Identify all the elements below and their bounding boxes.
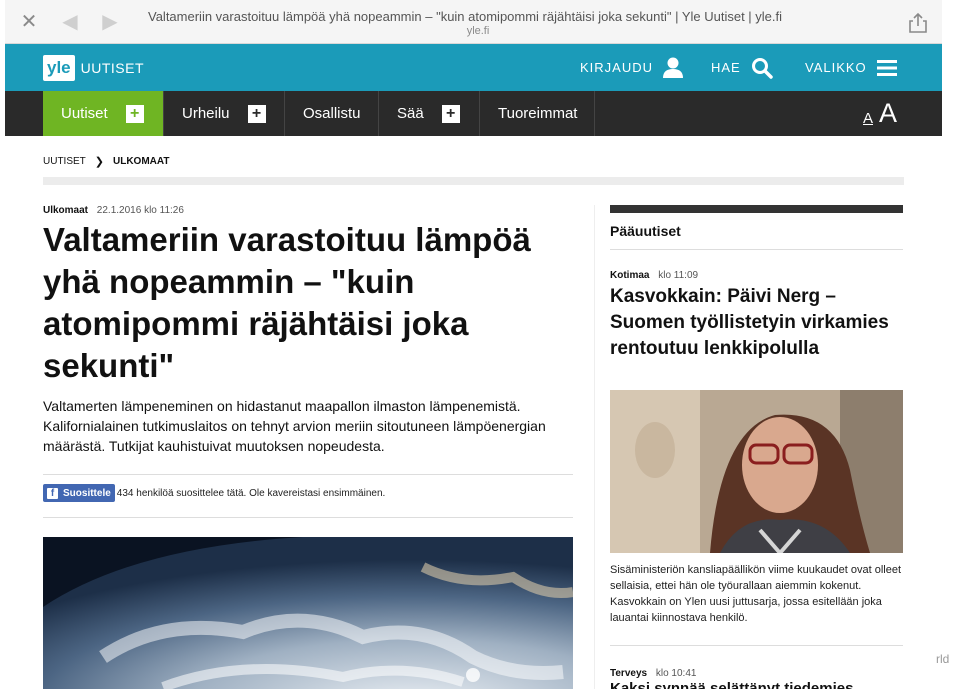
forward-icon[interactable]: ▶ xyxy=(100,12,120,32)
expand-plus-icon[interactable]: + xyxy=(125,104,144,123)
browser-toolbar: ✕ ◀ ▶ Valtameriin varastoituu lämpöä yhä… xyxy=(5,0,942,44)
nav-item-tuoreimmat[interactable]: Tuoreimmat xyxy=(480,91,595,136)
nav-label: Tuoreimmat xyxy=(498,105,578,122)
divider xyxy=(43,177,904,185)
recommend-count-text: 434 henkilöä suosittelee tätä. Ole kaver… xyxy=(116,487,386,499)
site-header: yle UUTISET KIRJAUDU HAE VALIKKO xyxy=(5,44,942,91)
close-icon[interactable]: ✕ xyxy=(19,12,39,32)
nav-label: Osallistu xyxy=(303,105,361,122)
search-icon xyxy=(751,57,773,79)
logo-box: yle xyxy=(43,55,75,81)
hamburger-icon xyxy=(876,59,897,76)
nav-item-uutiset[interactable]: Uutiset + xyxy=(43,91,164,136)
story-time: klo 11:09 xyxy=(658,270,699,281)
divider xyxy=(610,249,903,250)
font-size-controls: A A xyxy=(863,91,897,136)
browser-frame: ✕ ◀ ▶ Valtameriin varastoituu lämpöä yhä… xyxy=(5,0,942,689)
facebook-recommend-button[interactable]: f Suosittele xyxy=(43,484,115,502)
nav-label: Sää xyxy=(397,105,424,122)
story-title-link[interactable]: Kasvokkain: Päivi Nerg – Suomen työllist… xyxy=(610,284,900,362)
expand-plus-icon[interactable]: + xyxy=(441,104,460,123)
adjacent-tab-edge-text: rld xyxy=(936,652,950,666)
article-section[interactable]: Ulkomaat xyxy=(43,205,88,216)
chevron-right-icon: ❯ xyxy=(94,156,104,168)
menu-label: VALIKKO xyxy=(805,60,867,75)
story-title-link[interactable]: Kaksi synnää selättänyt tiedemies Simon xyxy=(610,680,900,689)
divider xyxy=(610,645,903,646)
share-icon[interactable] xyxy=(908,12,928,33)
menu-button[interactable]: VALIKKO xyxy=(805,44,897,91)
article-meta: Ulkomaat 22.1.2016 klo 11:26 xyxy=(43,205,184,216)
breadcrumb: UUTISET ❯ ULKOMAAT xyxy=(43,155,169,168)
story-meta: Kotimaa klo 11:09 xyxy=(610,270,698,281)
recommend-label: Suosittele xyxy=(63,487,111,499)
divider xyxy=(43,517,573,518)
expand-plus-icon[interactable]: + xyxy=(247,104,266,123)
yle-logo[interactable]: yle UUTISET xyxy=(43,54,144,82)
login-button[interactable]: KIRJAUDU xyxy=(580,44,684,91)
story-section[interactable]: Terveys xyxy=(610,668,647,679)
nav-item-saa[interactable]: Sää + xyxy=(379,91,480,136)
back-icon[interactable]: ◀ xyxy=(60,12,80,32)
article-headline: Valtameriin varastoituu lämpöä yhä nopea… xyxy=(43,221,531,384)
right-gutter xyxy=(942,0,960,689)
search-label: HAE xyxy=(711,60,741,75)
nav-label: Uutiset xyxy=(61,105,108,122)
logo-word: UUTISET xyxy=(80,60,145,76)
sidebar-top-bar xyxy=(610,205,903,213)
main-nav: Uutiset + Urheilu + Osallistu Sää + Tuor… xyxy=(5,91,942,136)
sidebar-heading: Pääuutiset xyxy=(610,223,681,239)
story-photo[interactable] xyxy=(610,390,903,553)
page-title: Valtameriin varastoituu lämpöä yhä nopea… xyxy=(148,9,783,24)
font-size-small-button[interactable]: A xyxy=(863,110,873,127)
column-divider xyxy=(594,205,595,689)
search-button[interactable]: HAE xyxy=(711,44,773,91)
breadcrumb-root[interactable]: UUTISET xyxy=(43,156,86,167)
user-icon xyxy=(663,57,684,78)
nav-item-osallistu[interactable]: Osallistu xyxy=(285,91,379,136)
nav-label: Urheilu xyxy=(182,105,230,122)
font-size-large-button[interactable]: A xyxy=(879,100,897,127)
nav-item-urheilu[interactable]: Urheilu + xyxy=(164,91,285,136)
article-hero-image[interactable] xyxy=(43,537,573,689)
page-host: yle.fi xyxy=(466,25,490,37)
story-meta: Terveys klo 10:41 xyxy=(610,668,696,679)
article-datetime: 22.1.2016 klo 11:26 xyxy=(96,205,184,216)
facebook-icon: f xyxy=(47,487,58,499)
divider xyxy=(43,474,573,475)
login-label: KIRJAUDU xyxy=(580,60,654,75)
story-section[interactable]: Kotimaa xyxy=(610,270,649,281)
story-time: klo 10:41 xyxy=(655,668,697,679)
story-summary: Sisäministeriön kansliapäällikön viime k… xyxy=(610,564,902,624)
breadcrumb-current[interactable]: ULKOMAAT xyxy=(113,156,169,167)
facebook-recommend: f Suosittele 434 henkilöä suosittelee tä… xyxy=(43,484,385,502)
article-lead: Valtamerten lämpeneminen on hidastanut m… xyxy=(43,398,546,454)
